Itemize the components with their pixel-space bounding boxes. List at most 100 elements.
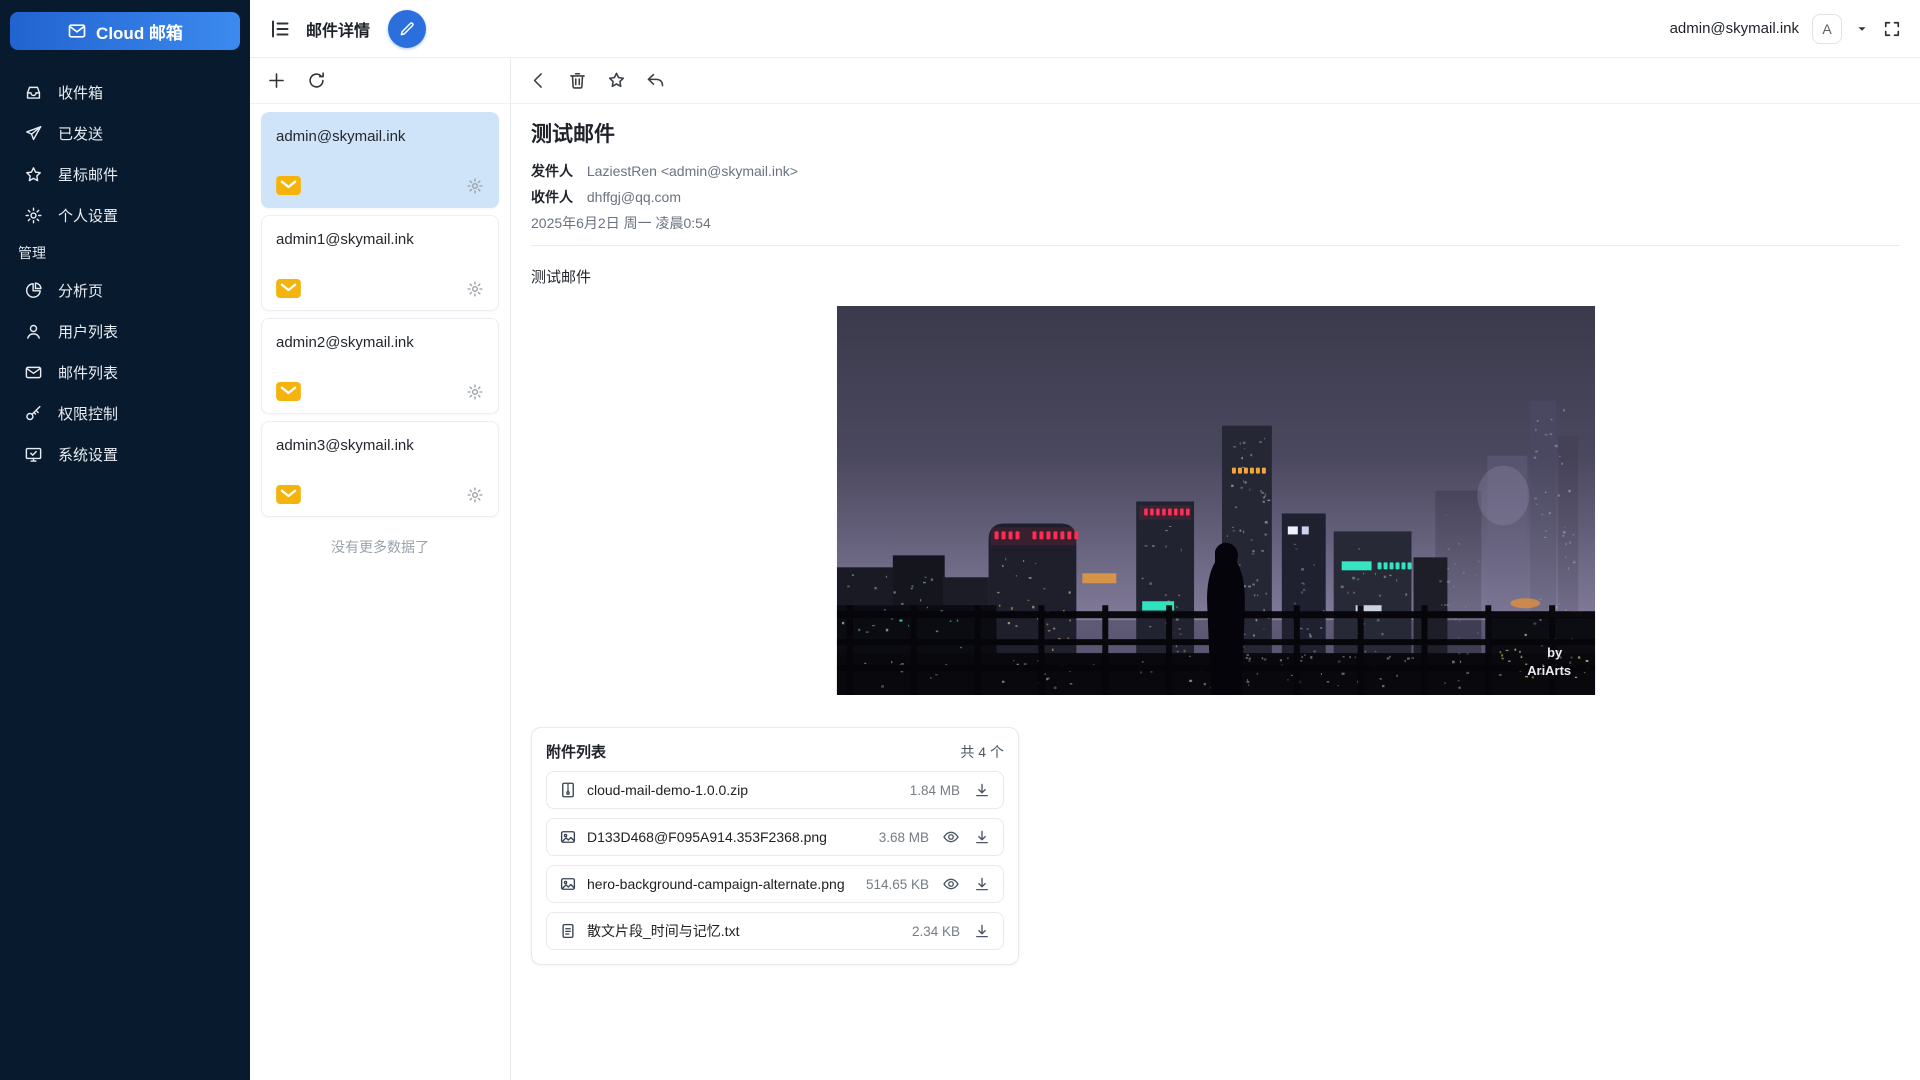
account-card[interactable]: admin@skymail.ink — [261, 112, 499, 208]
delete-button[interactable] — [567, 70, 588, 91]
mail-list-toolbar — [250, 58, 510, 104]
sidebar-item-label: 星标邮件 — [58, 164, 118, 185]
mail-detail-pane: 测试邮件 发件人 LaziestRen <admin@skymail.ink> … — [511, 58, 1920, 1080]
download-icon[interactable] — [973, 922, 991, 940]
attachment-count: 共 4 个 — [960, 742, 1004, 762]
account-card[interactable]: admin2@skymail.ink — [261, 318, 499, 414]
no-more-data-text: 没有更多数据了 — [250, 537, 510, 557]
svg-text:AriArts: AriArts — [1527, 663, 1571, 678]
attachment-name: hero-background-campaign-alternate.png — [587, 876, 856, 892]
monitor-icon — [24, 445, 43, 464]
sidebar-item-label: 已发送 — [58, 123, 103, 144]
image-file-icon — [559, 828, 577, 846]
chevron-down-icon[interactable] — [1855, 22, 1869, 36]
sidebar-item-label: 权限控制 — [58, 403, 118, 424]
pencil-icon — [398, 20, 416, 38]
avatar[interactable]: A — [1812, 14, 1842, 44]
key-icon — [24, 404, 43, 423]
send-icon — [24, 124, 43, 143]
logo-button[interactable]: Cloud 邮箱 — [10, 12, 240, 50]
top-header: 邮件详情 admin@skymail.ink A — [250, 0, 1920, 58]
attachment-size: 1.84 MB — [910, 783, 960, 798]
user-icon — [24, 322, 43, 341]
logo-text: Cloud 邮箱 — [96, 19, 183, 44]
to-label: 收件人 — [531, 189, 573, 205]
sidebar-item-label: 个人设置 — [58, 205, 118, 226]
sidebar-item-label: 收件箱 — [58, 82, 103, 103]
zip-file-icon — [559, 781, 577, 799]
sidebar-item-main-1[interactable]: 已发送 — [0, 113, 250, 154]
sidebar-item-admin-4[interactable]: 系统设置 — [0, 434, 250, 475]
star-button[interactable] — [606, 70, 627, 91]
account-card-email: admin1@skymail.ink — [276, 231, 484, 248]
mail-date: 2025年6月2日 周一 凌晨0:54 — [531, 210, 1900, 236]
envelope-icon — [276, 176, 301, 195]
page-title: 邮件详情 — [306, 17, 370, 41]
collapse-menu-icon[interactable] — [268, 17, 292, 41]
fullscreen-icon[interactable] — [1882, 19, 1902, 39]
account-settings-gear-icon[interactable] — [466, 486, 484, 504]
sidebar-nav: 收件箱 已发送 星标邮件 个人设置 管理 分析页 用户列表 邮件列表 权限控制 … — [0, 72, 250, 475]
add-account-button[interactable] — [266, 70, 287, 91]
text-file-icon — [559, 922, 577, 940]
account-settings-gear-icon[interactable] — [466, 177, 484, 195]
preview-eye-icon[interactable] — [942, 875, 960, 893]
avatar-letter: A — [1822, 21, 1831, 37]
mail-subject: 测试邮件 — [531, 118, 1900, 148]
account-settings-gear-icon[interactable] — [466, 280, 484, 298]
inbox-icon — [24, 83, 43, 102]
star-icon — [24, 165, 43, 184]
account-email: admin@skymail.ink — [1670, 20, 1799, 37]
mail-icon — [24, 363, 43, 382]
reply-button[interactable] — [645, 70, 666, 91]
sidebar: Cloud 邮箱 收件箱 已发送 星标邮件 个人设置 管理 分析页 用户列表 邮… — [0, 0, 250, 1080]
attachment-panel: 附件列表 共 4 个 cloud-mail-demo-1.0.0.zip 1.8… — [531, 727, 1019, 965]
account-card-email: admin@skymail.ink — [276, 128, 484, 145]
refresh-button[interactable] — [306, 70, 327, 91]
back-button[interactable] — [528, 70, 549, 91]
preview-eye-icon[interactable] — [942, 828, 960, 846]
sidebar-item-label: 分析页 — [58, 280, 103, 301]
sidebar-item-main-0[interactable]: 收件箱 — [0, 72, 250, 113]
attachment-size: 514.65 KB — [866, 877, 929, 892]
account-card[interactable]: admin3@skymail.ink — [261, 421, 499, 517]
sidebar-item-admin-3[interactable]: 权限控制 — [0, 393, 250, 434]
attachment-size: 2.34 KB — [912, 924, 960, 939]
download-icon[interactable] — [973, 828, 991, 846]
account-card-email: admin2@skymail.ink — [276, 334, 484, 351]
mail-embedded-image: by AriArts — [836, 306, 1596, 695]
header-divider — [531, 245, 1900, 246]
attachment-name: D133D468@F095A914.353F2368.png — [587, 829, 869, 845]
mail-body-text: 测试邮件 — [531, 266, 1900, 287]
sidebar-item-admin-2[interactable]: 邮件列表 — [0, 352, 250, 393]
gear-icon — [24, 206, 43, 225]
envelope-icon — [276, 382, 301, 401]
sidebar-item-admin-0[interactable]: 分析页 — [0, 270, 250, 311]
attachment-row: cloud-mail-demo-1.0.0.zip 1.84 MB — [546, 771, 1004, 809]
sidebar-item-label: 系统设置 — [58, 444, 118, 465]
compose-button[interactable] — [388, 10, 426, 48]
sidebar-item-label: 邮件列表 — [58, 362, 118, 383]
account-card[interactable]: admin1@skymail.ink — [261, 215, 499, 311]
download-icon[interactable] — [973, 875, 991, 893]
envelope-icon — [276, 485, 301, 504]
account-settings-gear-icon[interactable] — [466, 383, 484, 401]
attachment-name: 散文片段_时间与记忆.txt — [587, 921, 902, 941]
envelope-icon — [276, 279, 301, 298]
download-icon[interactable] — [973, 781, 991, 799]
sidebar-section-label: 管理 — [0, 236, 250, 270]
sidebar-item-admin-1[interactable]: 用户列表 — [0, 311, 250, 352]
pie-icon — [24, 281, 43, 300]
detail-toolbar — [511, 58, 1920, 104]
mail-meta: 发件人 LaziestRen <admin@skymail.ink> 收件人 d… — [531, 158, 1900, 236]
mail-list-panel: admin@skymail.ink admin1@skymail.ink adm… — [250, 58, 511, 1080]
sidebar-item-main-2[interactable]: 星标邮件 — [0, 154, 250, 195]
attachment-row: 散文片段_时间与记忆.txt 2.34 KB — [546, 912, 1004, 950]
mail-logo-icon — [67, 21, 87, 41]
image-file-icon — [559, 875, 577, 893]
sidebar-item-main-3[interactable]: 个人设置 — [0, 195, 250, 236]
attachment-title: 附件列表 — [546, 741, 606, 762]
from-label: 发件人 — [531, 163, 573, 179]
sidebar-item-label: 用户列表 — [58, 321, 118, 342]
account-card-email: admin3@skymail.ink — [276, 437, 484, 454]
